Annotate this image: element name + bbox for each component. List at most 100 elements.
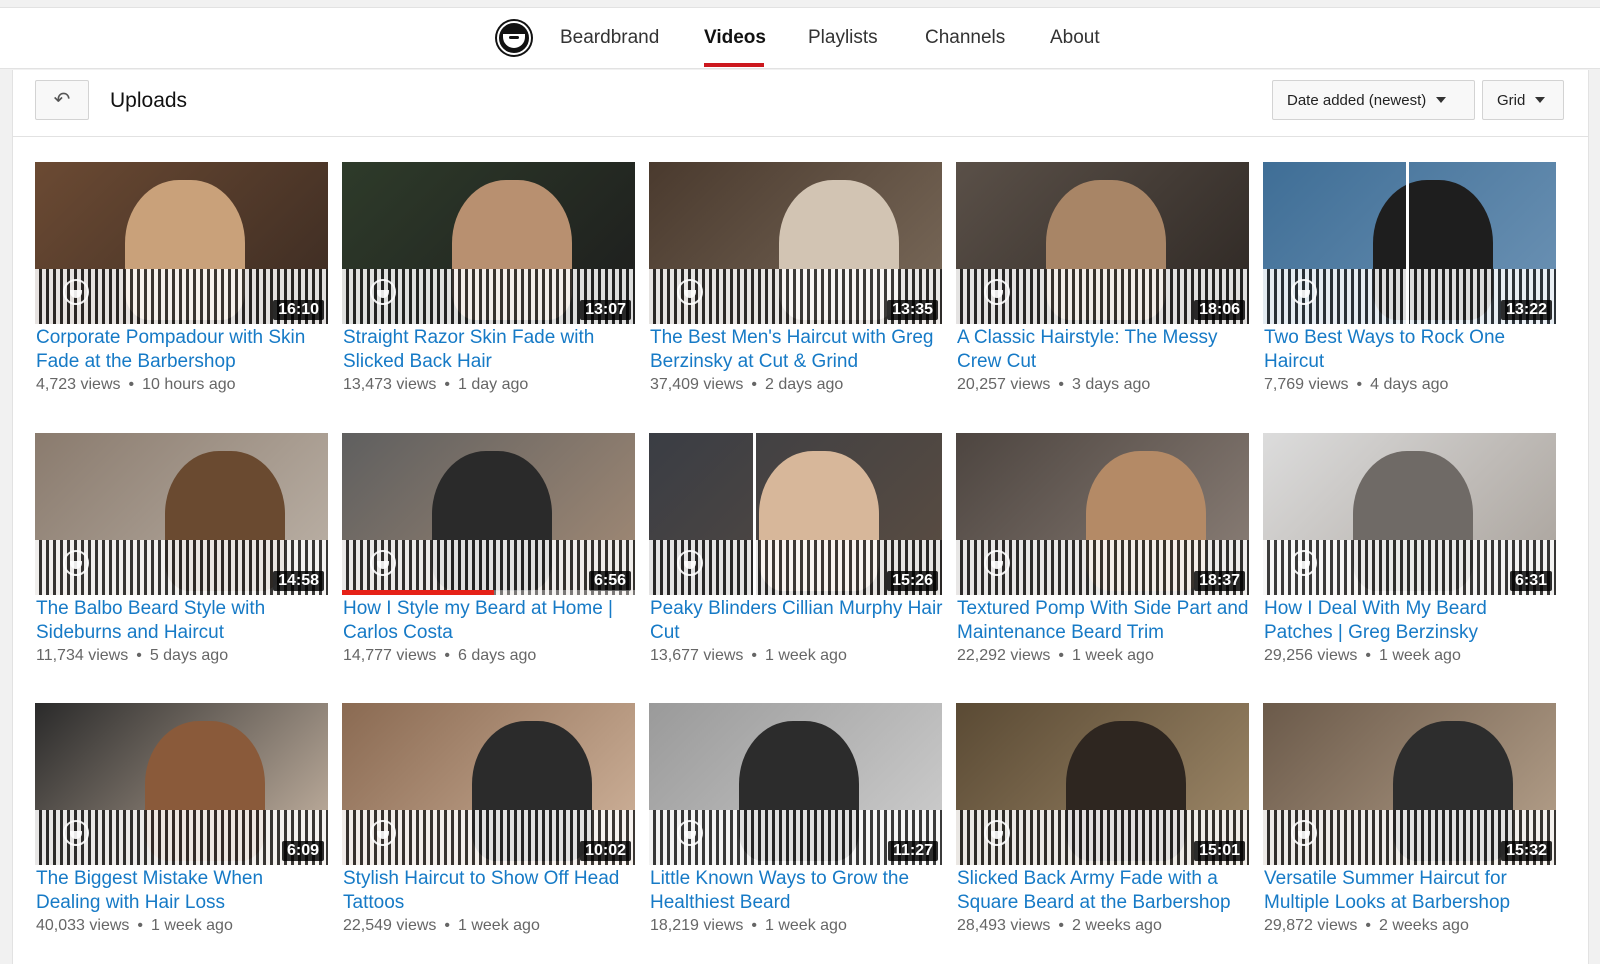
upload-age: 1 week ago: [765, 917, 847, 934]
upload-age: 1 week ago: [1072, 647, 1154, 664]
meta-separator: •: [444, 917, 450, 934]
video-card[interactable]: 6:31 How I Deal With My Beard Patches | G…: [1263, 433, 1556, 673]
video-thumbnail[interactable]: 11:27: [649, 703, 942, 865]
video-thumbnail[interactable]: 15:26: [649, 433, 942, 595]
section-title: Uploads: [110, 89, 188, 112]
video-meta: 18,219 views • 1 week ago: [650, 917, 847, 935]
view-count: 29,256 views: [1264, 647, 1358, 664]
view-count: 13,677 views: [650, 647, 744, 664]
video-title-link[interactable]: Corporate Pompadour with Skin Fade at th…: [36, 326, 332, 374]
upload-age: 1 week ago: [765, 647, 847, 664]
video-title-link[interactable]: How I Style my Beard at Home | Carlos Co…: [343, 597, 639, 645]
channel-watermark-icon: [1291, 279, 1317, 305]
video-title-link[interactable]: Peaky Blinders Cillian Murphy Hair Cut: [650, 597, 946, 645]
video-thumbnail[interactable]: 15:32: [1263, 703, 1556, 865]
video-card[interactable]: 18:06 A Classic Hairstyle: The Messy Crew…: [956, 162, 1249, 402]
channel-watermark-icon: [984, 550, 1010, 576]
video-card[interactable]: 6:09 The Biggest Mistake When Dealing wit…: [35, 703, 328, 943]
video-title-link[interactable]: Slicked Back Army Fade with a Square Bea…: [957, 867, 1253, 915]
video-card[interactable]: 13:07 Straight Razor Skin Fade with Slick…: [342, 162, 635, 402]
channel-name-link[interactable]: Beardbrand: [560, 27, 659, 49]
channel-watermark-icon: [1291, 820, 1317, 846]
back-arrow-icon: ↶: [53, 89, 71, 111]
video-title-link[interactable]: Little Known Ways to Grow the Healthiest…: [650, 867, 946, 915]
video-thumbnail[interactable]: 14:58: [35, 433, 328, 595]
video-thumbnail[interactable]: 13:07: [342, 162, 635, 324]
video-title-link[interactable]: How I Deal With My Beard Patches | Greg …: [1264, 597, 1560, 645]
video-duration: 10:02: [580, 841, 631, 861]
video-card[interactable]: 6:56 How I Style my Beard at Home | Carlo…: [342, 433, 635, 673]
video-duration: 15:32: [1501, 841, 1552, 861]
channel-logo-icon[interactable]: [497, 21, 531, 55]
video-duration: 18:06: [1194, 300, 1245, 320]
video-thumbnail[interactable]: 13:22: [1263, 162, 1556, 324]
video-title-link[interactable]: A Classic Hairstyle: The Messy Crew Cut: [957, 326, 1253, 374]
upload-age: 1 week ago: [1379, 647, 1461, 664]
view-dropdown[interactable]: Grid: [1482, 80, 1564, 120]
video-title-link[interactable]: The Balbo Beard Style with Sideburns and…: [36, 597, 332, 645]
video-thumbnail[interactable]: 10:02: [342, 703, 635, 865]
video-duration: 11:27: [887, 841, 938, 861]
tab-playlists[interactable]: Playlists: [808, 27, 878, 49]
video-duration: 18:37: [1194, 571, 1245, 591]
video-meta: 7,769 views • 4 days ago: [1264, 376, 1448, 394]
video-meta: 29,256 views • 1 week ago: [1264, 647, 1461, 665]
video-thumbnail[interactable]: 6:09: [35, 703, 328, 865]
video-meta: 13,473 views • 1 day ago: [343, 376, 528, 394]
tab-videos[interactable]: Videos: [704, 27, 766, 49]
active-tab-indicator: [704, 63, 764, 67]
video-card[interactable]: 14:58 The Balbo Beard Style with Sideburn…: [35, 433, 328, 673]
upload-age: 4 days ago: [1370, 376, 1449, 393]
video-thumbnail[interactable]: 18:06: [956, 162, 1249, 324]
video-thumbnail[interactable]: 6:31: [1263, 433, 1556, 595]
video-duration: 15:26: [887, 571, 938, 591]
video-card[interactable]: 15:26 Peaky Blinders Cillian Murphy Hair …: [649, 433, 943, 673]
upload-age: 2 days ago: [765, 376, 844, 393]
video-thumbnail[interactable]: 6:56: [342, 433, 635, 595]
uploads-toolbar: ↶ Uploads Date added (newest) Grid: [13, 70, 1588, 137]
video-card[interactable]: 16:10 Corporate Pompadour with Skin Fade …: [35, 162, 328, 402]
video-thumbnail[interactable]: 16:10: [35, 162, 328, 324]
video-card[interactable]: 15:32 Versatile Summer Haircut for Multip…: [1263, 703, 1556, 943]
video-title-link[interactable]: Two Best Ways to Rock One Haircut: [1264, 326, 1560, 374]
meta-separator: •: [1356, 376, 1363, 393]
video-thumbnail[interactable]: 13:35: [649, 162, 942, 324]
channel-watermark-icon: [677, 279, 703, 305]
upload-age: 5 days ago: [149, 647, 229, 664]
video-card[interactable]: 13:35 The Best Men's Haircut with Greg Be…: [649, 162, 942, 402]
video-title-link[interactable]: Straight Razor Skin Fade with Slicked Ba…: [343, 326, 639, 374]
video-card[interactable]: 13:22 Two Best Ways to Rock One Haircut 7,…: [1263, 162, 1556, 402]
view-count: 13,473 views: [343, 376, 437, 393]
video-title-link[interactable]: The Biggest Mistake When Dealing with Ha…: [36, 867, 332, 915]
video-card[interactable]: 15:01 Slicked Back Army Fade with a Squar…: [956, 703, 1249, 943]
channel-watermark-icon: [63, 279, 89, 305]
sort-dropdown[interactable]: Date added (newest): [1272, 80, 1475, 120]
video-thumbnail[interactable]: 15:01: [956, 703, 1249, 865]
view-count: 28,493 views: [957, 917, 1051, 934]
channel-watermark-icon: [370, 279, 396, 305]
video-title-link[interactable]: Versatile Summer Haircut for Multiple Lo…: [1264, 867, 1560, 915]
video-meta: 13,677 views • 1 week ago: [650, 647, 847, 665]
video-title-link[interactable]: Textured Pomp With Side Part and Mainten…: [957, 597, 1253, 645]
channel-nav-bar: Beardbrand Videos Playlists Channels Abo…: [0, 7, 1600, 69]
video-thumbnail[interactable]: 18:37: [956, 433, 1249, 595]
view-dropdown-label: Grid: [1497, 91, 1526, 109]
tab-about[interactable]: About: [1050, 27, 1100, 49]
video-card[interactable]: 10:02 Stylish Haircut to Show Off Head Ta…: [342, 703, 635, 943]
video-title-link[interactable]: The Best Men's Haircut with Greg Berzins…: [650, 326, 946, 374]
sort-dropdown-label: Date added (newest): [1287, 91, 1427, 109]
meta-separator: •: [136, 647, 142, 664]
view-count: 37,409 views: [650, 376, 744, 393]
video-title-link[interactable]: Stylish Haircut to Show Off Head Tattoos: [343, 867, 639, 915]
upload-age: 1 week ago: [151, 917, 233, 934]
upload-age: 1 day ago: [458, 376, 529, 393]
video-meta: 22,549 views • 1 week ago: [343, 917, 540, 935]
channel-watermark-icon: [370, 550, 396, 576]
view-count: 14,777 views: [343, 647, 437, 664]
back-button[interactable]: ↶: [35, 80, 89, 120]
meta-separator: •: [1058, 647, 1064, 664]
view-count: 20,257 views: [957, 376, 1051, 393]
video-card[interactable]: 11:27 Little Known Ways to Grow the Healt…: [649, 703, 942, 943]
tab-channels[interactable]: Channels: [925, 27, 1005, 49]
video-card[interactable]: 18:37 Textured Pomp With Side Part and Ma…: [956, 433, 1249, 673]
